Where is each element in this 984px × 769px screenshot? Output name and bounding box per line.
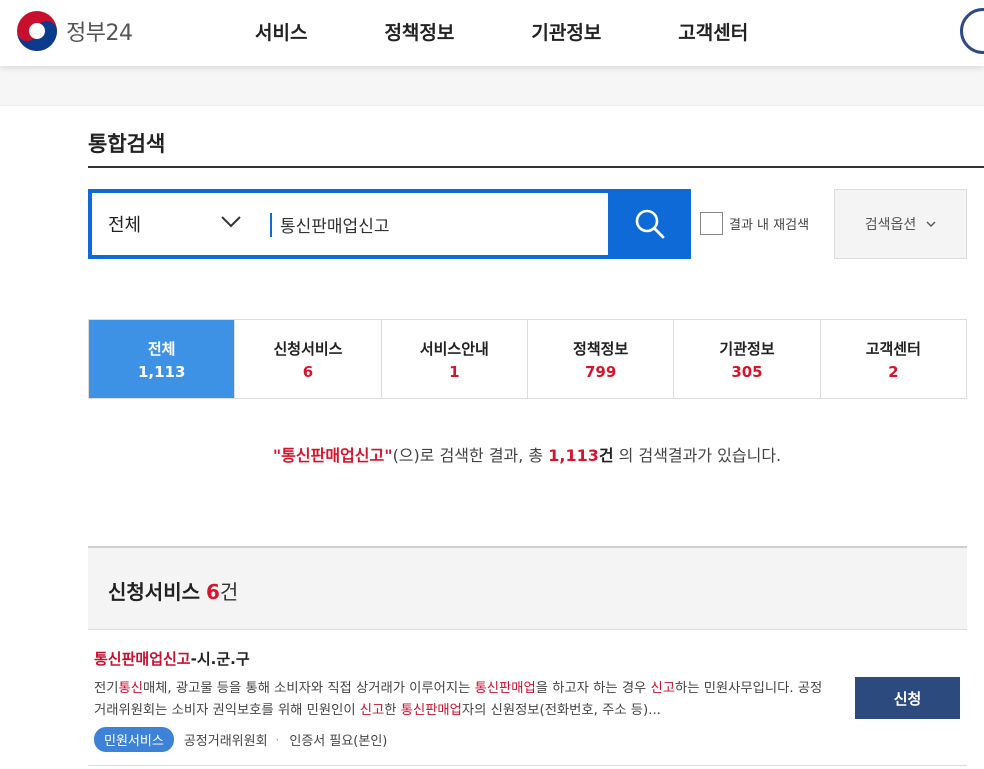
nav-item-agency[interactable]: 기관정보 bbox=[531, 18, 601, 45]
result-description: 전기통신매체, 광고물 등을 통해 소비자와 직접 상거래가 이루어지는 통신판… bbox=[94, 678, 834, 722]
search-divider bbox=[270, 213, 272, 237]
user-menu-icon[interactable] bbox=[960, 8, 984, 54]
research-checkbox[interactable] bbox=[700, 212, 723, 235]
site-header: 정부24 서비스 정책정보 기관정보 고객센터 bbox=[0, 0, 984, 66]
result-title-highlight: 통신판매업신고 bbox=[94, 650, 191, 668]
tab-agency-info[interactable]: 기관정보 305 bbox=[674, 320, 821, 398]
research-label: 결과 내 재검색 bbox=[729, 218, 810, 233]
result-agency: 공정거래위원회 bbox=[183, 734, 268, 749]
main-nav: 서비스 정책정보 기관정보 고객센터 bbox=[255, 18, 825, 45]
nav-item-policy[interactable]: 정책정보 bbox=[384, 18, 454, 45]
result-divider bbox=[88, 765, 967, 766]
header-band bbox=[0, 66, 984, 106]
tab-service-guide[interactable]: 서비스안내 1 bbox=[381, 320, 528, 398]
tab-count: 1,113 bbox=[137, 362, 186, 381]
summary-unit: 건 bbox=[598, 446, 614, 465]
chevron-down-icon bbox=[926, 221, 936, 227]
section-header: 신청서비스 6건 bbox=[88, 546, 967, 630]
desc-text: 을 하고자 하는 경우 bbox=[535, 681, 651, 696]
result-title-link[interactable]: 통신판매업신고-시.군.구 bbox=[94, 648, 250, 669]
result-cert-requirement: 인증서 필요(본인) bbox=[289, 734, 388, 749]
section-title-label: 신청서비스 bbox=[108, 580, 200, 604]
tab-application-services[interactable]: 신청서비스 6 bbox=[235, 320, 382, 398]
tab-customer-center[interactable]: 고객센터 2 bbox=[820, 320, 966, 398]
tab-count: 799 bbox=[584, 362, 617, 381]
desc-highlight: 통신판매업 bbox=[474, 681, 536, 696]
desc-text: 한 bbox=[384, 703, 401, 718]
search-category-select[interactable]: 전체 bbox=[92, 193, 270, 255]
page-title: 통합검색 bbox=[88, 132, 166, 156]
desc-text: 매체, 광고물 등을 통해 소비자와 직접 상거래가 이루어지는 bbox=[142, 681, 475, 696]
meta-separator: · bbox=[275, 732, 280, 747]
tab-policy-info[interactable]: 정책정보 799 bbox=[527, 320, 675, 398]
taegeuk-logo-icon bbox=[17, 11, 57, 51]
result-tabs: 전체 1,113 신청서비스 6 서비스안내 1 정책정보 799 기관정보 3… bbox=[88, 319, 967, 399]
result-title-rest: -시.군.구 bbox=[190, 650, 250, 668]
result-meta: 민원서비스 공정거래위원회 · 인증서 필요(본인) bbox=[94, 727, 387, 752]
chevron-down-icon bbox=[221, 216, 241, 228]
tab-label: 신청서비스 bbox=[273, 339, 343, 358]
tab-label: 전체 bbox=[147, 339, 176, 358]
summary-count: 1,113 bbox=[548, 446, 599, 465]
search-button[interactable] bbox=[608, 189, 691, 259]
tab-label: 서비스안내 bbox=[419, 339, 489, 358]
desc-highlight: 신고 bbox=[650, 681, 675, 696]
search-options-button[interactable]: 검색옵션 bbox=[834, 189, 967, 259]
nav-item-services[interactable]: 서비스 bbox=[255, 18, 307, 45]
desc-highlight: 통신판매업 bbox=[400, 703, 462, 718]
logo[interactable]: 정부24 bbox=[16, 10, 133, 52]
summary-keyword: "통신판매업신고" bbox=[272, 446, 393, 465]
tab-label: 고객센터 bbox=[865, 339, 921, 358]
search-box: 전체 bbox=[88, 189, 691, 259]
search-icon bbox=[635, 209, 664, 239]
tab-count: 1 bbox=[449, 362, 460, 381]
logo-text: 정부24 bbox=[66, 21, 133, 46]
nav-item-customer-center[interactable]: 고객센터 bbox=[678, 18, 748, 45]
tab-all[interactable]: 전체 1,113 bbox=[89, 320, 236, 398]
research-in-results[interactable]: 결과 내 재검색 bbox=[700, 212, 809, 235]
desc-text: 전기 bbox=[94, 681, 119, 696]
tab-count: 305 bbox=[731, 362, 763, 381]
tab-label: 기관정보 bbox=[719, 339, 775, 358]
desc-text: 자의 신원정보(전화번호, 주소 등)... bbox=[461, 703, 661, 718]
summary-text-end: 의 검색결과가 있습니다. bbox=[613, 446, 782, 465]
section-count: 6 bbox=[206, 580, 220, 604]
tab-count: 2 bbox=[888, 362, 899, 381]
desc-highlight: 통신 bbox=[118, 681, 143, 696]
search-summary: "통신판매업신고"(으)로 검색한 결과, 총 1,113건 의 검색결과가 있… bbox=[0, 442, 984, 466]
desc-highlight: 신고 bbox=[359, 703, 385, 718]
title-divider bbox=[88, 166, 984, 168]
search-category-label: 전체 bbox=[108, 215, 142, 236]
tab-label: 정책정보 bbox=[573, 339, 629, 358]
category-badge: 민원서비스 bbox=[94, 727, 174, 752]
search-options-label: 검색옵션 bbox=[864, 217, 917, 233]
section-unit: 건 bbox=[219, 580, 239, 604]
section-title: 신청서비스 6건 bbox=[108, 576, 238, 605]
apply-button[interactable]: 신청 bbox=[855, 677, 960, 719]
search-input[interactable] bbox=[280, 205, 600, 243]
tab-count: 6 bbox=[302, 362, 314, 381]
summary-text: (으)로 검색한 결과, 총 bbox=[392, 446, 549, 465]
